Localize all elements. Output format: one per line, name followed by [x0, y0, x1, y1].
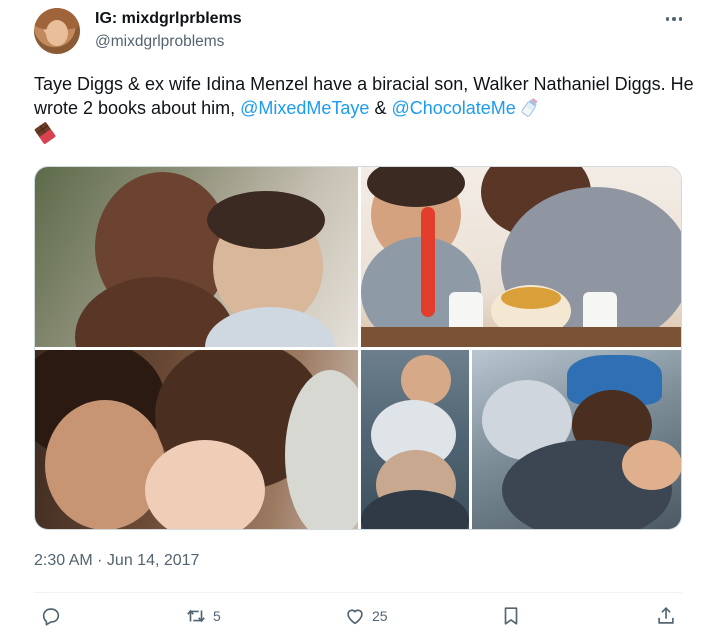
user-handle[interactable]: @mixdgrlproblems [95, 33, 224, 51]
heart-icon [347, 609, 363, 625]
tweet-card: IG: mixdgrlprblems @mixdgrlproblems Taye… [0, 0, 720, 639]
share-button[interactable] [655, 604, 677, 628]
chocolate-bar-icon [34, 122, 56, 144]
avatar[interactable] [34, 8, 80, 54]
bookmark-button[interactable] [500, 604, 522, 628]
tweet-timestamp[interactable]: 2:30 AM · Jun 14, 2017 [34, 552, 199, 570]
reply-button[interactable] [40, 604, 68, 628]
retweet-button[interactable]: 5 [185, 604, 221, 628]
share-icon [658, 607, 674, 624]
photo-child-and-man-eating[interactable] [361, 167, 681, 347]
photo-man-carrying-child[interactable] [472, 350, 681, 529]
tweet-connector: & [369, 98, 392, 118]
tweet-text: Taye Diggs & ex wife Idina Menzel have a… [34, 72, 694, 144]
divider [34, 592, 682, 593]
media-grid [34, 166, 682, 530]
more-options-icon[interactable] [663, 12, 685, 26]
like-button[interactable]: 25 [344, 604, 388, 628]
photo-child-on-lap[interactable] [361, 350, 469, 529]
reply-icon [42, 608, 60, 626]
retweet-icon [187, 609, 205, 623]
like-count: 25 [372, 608, 388, 624]
baby-bottle-icon [521, 98, 538, 117]
bookmark-icon [504, 607, 518, 625]
display-name[interactable]: IG: mixdgrlprblems [95, 10, 242, 28]
retweet-count: 5 [213, 608, 221, 624]
mention-mixedmetaye[interactable]: @MixedMeTaye [240, 98, 369, 118]
mention-chocolateme[interactable]: @ChocolateMe [391, 98, 515, 118]
photo-man-with-toddler[interactable] [35, 167, 358, 347]
photo-woman-man-baby[interactable] [35, 350, 358, 529]
